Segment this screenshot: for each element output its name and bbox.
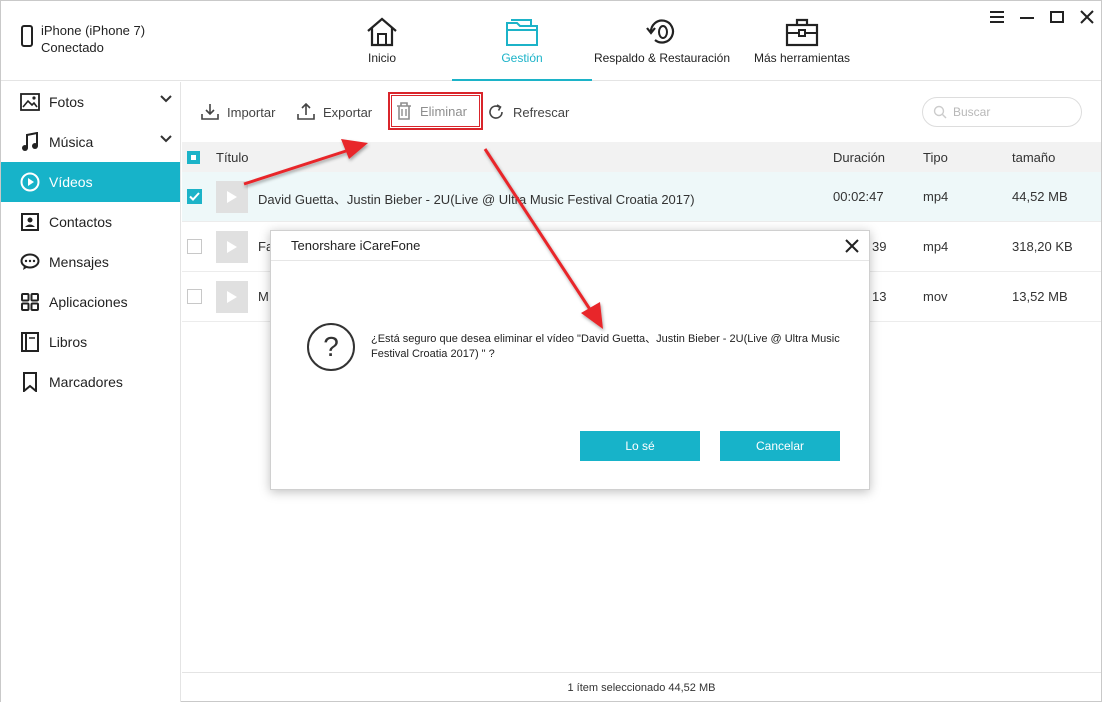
delete-highlight-inner — [391, 95, 480, 127]
sidebar-item-label: Contactos — [49, 214, 113, 230]
row-size: 13,52 MB — [1012, 289, 1068, 304]
column-titulo[interactable]: Título — [216, 150, 249, 165]
row-duration: 39 — [872, 239, 887, 254]
phone-icon — [21, 25, 33, 47]
folder-icon — [506, 19, 538, 46]
row-checkbox[interactable] — [187, 289, 202, 304]
sidebar-item-label: Fotos — [49, 94, 85, 110]
sidebar-item-videos[interactable]: Vídeos — [1, 162, 180, 202]
sidebar: Fotos Música Vídeos Contactos Mensajes A… — [1, 82, 181, 702]
chevron-down-icon[interactable] — [160, 95, 172, 103]
dialog-close-icon[interactable] — [843, 237, 861, 255]
row-type: mov — [923, 289, 948, 304]
column-tamano[interactable]: tamaño — [1012, 150, 1055, 165]
bookmark-icon — [19, 371, 41, 393]
minimize-icon[interactable] — [1017, 7, 1037, 27]
sidebar-item-label: Marcadores — [49, 374, 123, 390]
toolbox-icon — [785, 18, 819, 47]
confirm-button[interactable]: Lo sé — [580, 431, 700, 461]
contacts-icon — [19, 211, 41, 233]
sidebar-item-label: Mensajes — [49, 254, 109, 270]
tab-mas-herramientas[interactable]: Más herramientas — [742, 1, 862, 81]
export-icon — [297, 103, 315, 120]
toolbar: Importar Exportar Eliminar Refrescar Bus… — [182, 82, 1101, 142]
sidebar-item-label: Vídeos — [49, 174, 93, 190]
play-icon — [227, 191, 237, 203]
question-icon: ? — [307, 323, 355, 371]
video-icon — [19, 171, 41, 193]
music-icon — [19, 131, 41, 153]
row-checkbox[interactable] — [187, 239, 202, 254]
video-thumbnail — [216, 281, 248, 313]
sidebar-item-marcadores[interactable]: Marcadores — [1, 362, 180, 402]
play-icon — [227, 241, 237, 253]
device-name: iPhone (iPhone 7) — [41, 23, 146, 38]
row-size: 44,52 MB — [1012, 189, 1068, 204]
search-input[interactable]: Buscar — [922, 97, 1082, 127]
tab-label: Gestión — [501, 51, 543, 65]
sidebar-item-aplicaciones[interactable]: Aplicaciones — [1, 282, 180, 322]
import-label: Importar — [227, 104, 276, 120]
play-icon — [227, 291, 237, 303]
tab-label: Inicio — [367, 51, 396, 65]
column-duracion[interactable]: Duración — [833, 150, 885, 165]
status-text: 1 ítem seleccionado 44,52 MB — [567, 682, 716, 694]
apps-icon — [19, 291, 41, 313]
tab-label: Respaldo & Restauración — [593, 51, 731, 65]
refresh-icon — [489, 104, 503, 119]
maximize-icon[interactable] — [1047, 7, 1067, 27]
photos-icon — [19, 91, 41, 113]
export-button[interactable]: Exportar — [297, 100, 372, 124]
home-icon — [367, 17, 397, 47]
row-checkbox[interactable] — [187, 189, 202, 204]
dialog-title: Tenorshare iCareFone — [271, 231, 869, 261]
messages-icon — [19, 251, 41, 273]
select-all-checkbox[interactable] — [187, 151, 200, 164]
refresh-label: Refrescar — [513, 104, 570, 120]
sidebar-item-label: Aplicaciones — [49, 294, 128, 310]
sidebar-item-musica[interactable]: Música — [1, 122, 180, 162]
row-title: M — [258, 289, 269, 304]
close-icon[interactable] — [1077, 7, 1097, 27]
video-thumbnail — [216, 231, 248, 263]
sidebar-item-fotos[interactable]: Fotos — [1, 82, 180, 122]
confirm-dialog: Tenorshare iCareFone ? ¿Está seguro que … — [270, 230, 870, 490]
row-type: mp4 — [923, 239, 949, 254]
tab-inicio[interactable]: Inicio — [342, 1, 422, 81]
chevron-down-icon[interactable] — [160, 135, 172, 143]
sidebar-item-contactos[interactable]: Contactos — [1, 202, 180, 242]
video-thumbnail — [216, 181, 248, 213]
app-window: iPhone (iPhone 7) Conectado Inicio Gesti… — [0, 0, 1102, 702]
search-placeholder: Buscar — [953, 105, 991, 119]
table-row[interactable]: David Guetta、Justin Bieber - 2U(Live @ U… — [182, 172, 1101, 222]
sidebar-item-label: Libros — [49, 334, 88, 350]
dialog-message: ¿Está seguro que desea eliminar el vídeo… — [371, 333, 840, 360]
tab-label: Más herramientas — [753, 51, 851, 65]
sidebar-item-label: Música — [49, 134, 94, 150]
header: iPhone (iPhone 7) Conectado Inicio Gesti… — [1, 1, 1101, 81]
search-icon — [933, 105, 947, 119]
cancel-button[interactable]: Cancelar — [720, 431, 840, 461]
row-duration: 00:02:47 — [833, 189, 884, 204]
refresh-button[interactable]: Refrescar — [487, 100, 569, 124]
column-tipo[interactable]: Tipo — [923, 150, 948, 165]
sidebar-item-libros[interactable]: Libros — [1, 322, 180, 362]
status-bar: 1 ítem seleccionado 44,52 MB — [182, 672, 1101, 702]
export-label: Exportar — [323, 104, 373, 120]
tab-respaldo[interactable]: Respaldo & Restauración — [592, 1, 732, 81]
device-status: Conectado — [41, 40, 104, 55]
row-type: mp4 — [923, 189, 949, 204]
sidebar-item-mensajes[interactable]: Mensajes — [1, 242, 180, 282]
row-title: David Guetta、Justin Bieber - 2U(Live @ U… — [258, 192, 695, 207]
import-icon — [201, 104, 219, 120]
row-duration: 13 — [872, 289, 887, 304]
menu-icon[interactable] — [987, 7, 1007, 27]
backup-restore-icon — [646, 19, 675, 44]
table-header: Título Duración Tipo tamaño — [182, 142, 1101, 172]
row-size: 318,20 KB — [1012, 239, 1073, 254]
device-info: iPhone (iPhone 7) Conectado — [21, 22, 145, 56]
books-icon — [19, 331, 41, 353]
tab-gestion[interactable]: Gestión — [452, 1, 592, 81]
import-button[interactable]: Importar — [201, 100, 275, 124]
